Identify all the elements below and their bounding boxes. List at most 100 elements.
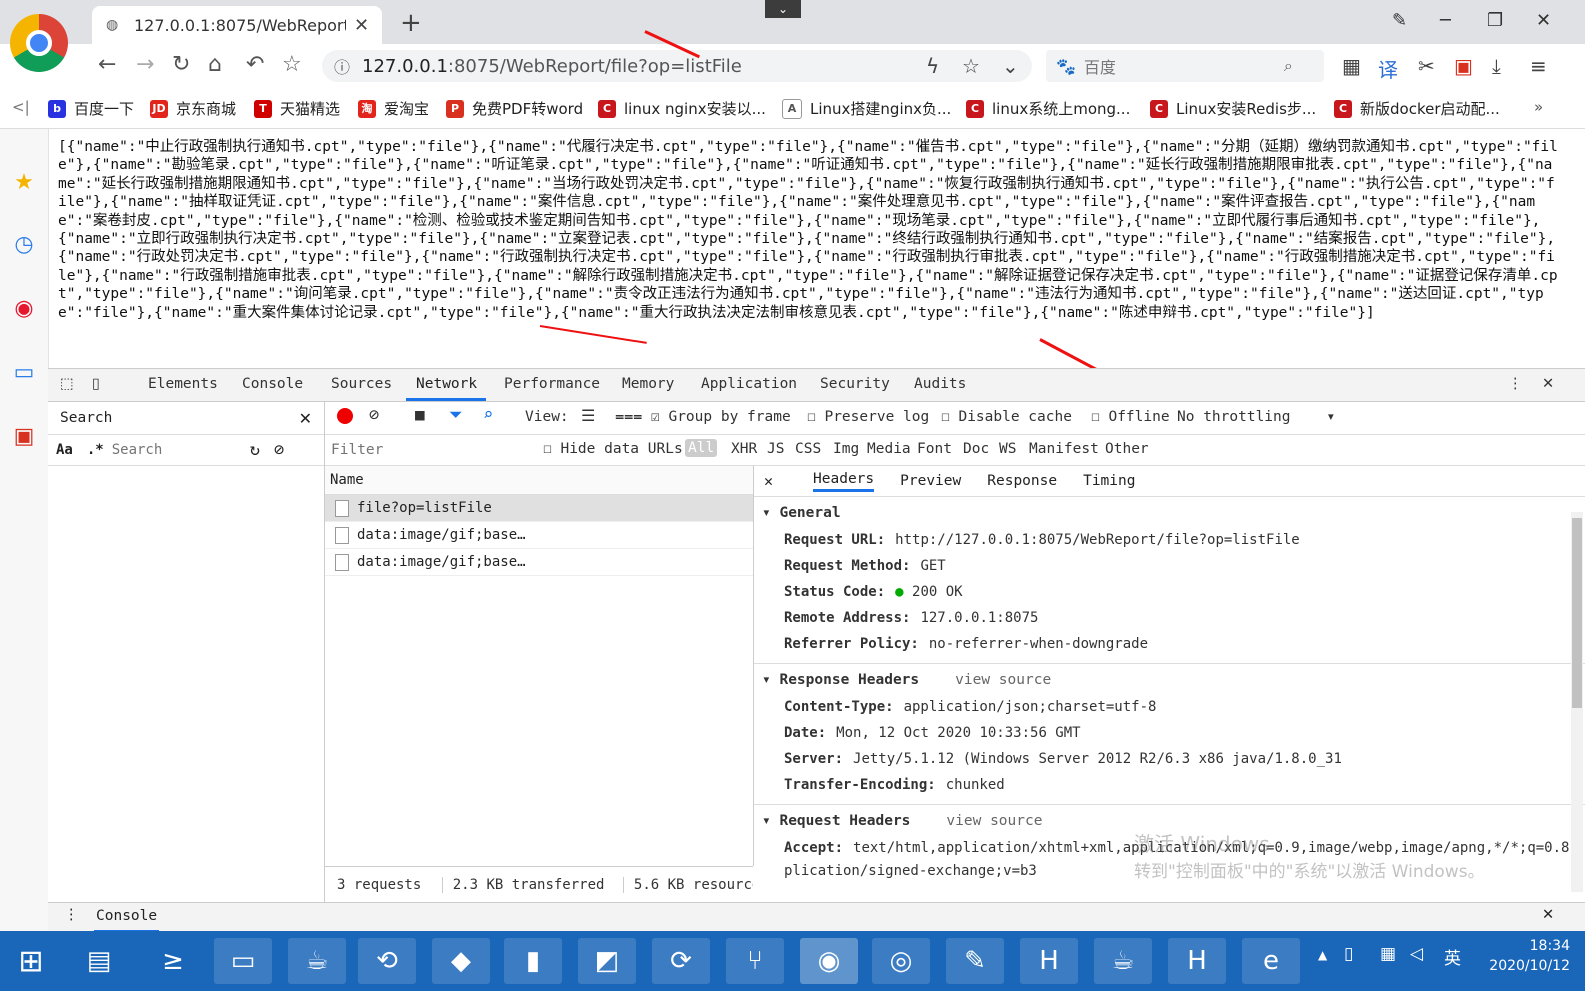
inspect-element-icon[interactable]: ⬚ <box>60 376 74 392</box>
tab-network[interactable]: Network <box>416 376 477 392</box>
request-row[interactable]: file?op=listFile <box>325 495 753 522</box>
name-column-header[interactable]: Name <box>325 466 753 495</box>
sidebar-toggle-icon[interactable]: <| <box>12 98 30 116</box>
refresh-icon[interactable]: ↻ <box>250 440 260 460</box>
tab-console[interactable]: Console <box>242 376 303 392</box>
info-icon[interactable]: ⓘ <box>334 54 350 78</box>
more-bookmarks-icon[interactable]: » <box>1534 98 1543 116</box>
browser-tab[interactable]: ◍ 127.0.0.1:8075/WebReport/file ✕ <box>92 6 382 44</box>
file-explorer-icon[interactable]: ▭ <box>214 938 272 984</box>
disable-cache-checkbox[interactable]: ☐ Disable cache <box>941 409 1072 425</box>
clear-icon[interactable]: ⊘ <box>369 405 379 425</box>
camera-icon[interactable]: ■ <box>415 405 425 424</box>
tab-response[interactable]: Response <box>987 473 1057 489</box>
drawer-menu-icon[interactable]: ⋮ <box>64 907 79 923</box>
view-source-link[interactable]: view source <box>946 813 1042 829</box>
device-toolbar-icon[interactable]: ▯ <box>92 376 100 392</box>
device-icon[interactable]: ▯ <box>1344 944 1353 964</box>
bookmark-item[interactable]: Clinux系统上mong... <box>966 98 1130 119</box>
network-icon[interactable]: ▦ <box>1380 944 1396 964</box>
favorites-star-icon[interactable]: ★ <box>10 169 38 197</box>
filter-icon[interactable]: ⏷ <box>449 405 463 425</box>
filter-js[interactable]: JS <box>767 441 784 457</box>
history-icon[interactable]: ◷ <box>10 231 38 259</box>
bookmark-item[interactable]: A Linux搭建nginx负... <box>782 98 951 119</box>
home-icon[interactable]: ⌂ <box>208 52 222 77</box>
tab-memory[interactable]: Memory <box>622 376 674 392</box>
tab-timing[interactable]: Timing <box>1083 473 1135 489</box>
search-icon[interactable]: ⌕ <box>483 405 493 425</box>
feedback-icon[interactable]: ✎ <box>1392 10 1407 31</box>
sync-icon[interactable]: ⟳ <box>652 938 710 984</box>
url-text[interactable]: 127.0.0.1:8075/WebReport/file?op=listFil… <box>362 56 742 77</box>
bookmark-star-icon[interactable]: ☆ <box>962 54 980 78</box>
java-icon[interactable]: ☕ <box>288 938 346 984</box>
pdf-icon[interactable]: ▣ <box>1454 54 1473 78</box>
tray-chevron-icon[interactable]: ▲ <box>1318 948 1327 962</box>
git-icon[interactable]: ⑂ <box>726 938 784 984</box>
filter-doc[interactable]: Doc <box>963 441 989 457</box>
request-row[interactable]: data:image/gif;base… <box>325 522 753 549</box>
general-section-title[interactable]: ▾ General <box>762 505 1585 521</box>
filter-css[interactable]: CSS <box>795 441 821 457</box>
bookmark-item[interactable]: 淘爱淘宝 <box>358 98 429 119</box>
view-source-link[interactable]: view source <box>955 672 1051 688</box>
filter-img[interactable]: Img <box>833 441 859 457</box>
response-headers-section-title[interactable]: ▾ Response Headers view source <box>762 672 1585 688</box>
ime-indicator[interactable]: 英 <box>1444 944 1461 969</box>
browser-icon[interactable]: ◎ <box>872 938 930 984</box>
filter-ws[interactable]: WS <box>999 441 1016 457</box>
tab-preview[interactable]: Preview <box>900 473 961 489</box>
maximize-button[interactable]: ❐ <box>1487 10 1503 31</box>
tab-security[interactable]: Security <box>820 376 890 392</box>
search-input[interactable] <box>109 441 240 459</box>
start-button-icon[interactable]: ⊞ <box>2 938 60 984</box>
star-icon[interactable]: ☆ <box>282 52 302 77</box>
regex-toggle[interactable]: .* <box>87 442 104 458</box>
filter-font[interactable]: Font <box>917 441 952 457</box>
bookmark-item[interactable]: b 百度一下 <box>48 98 134 119</box>
undo-icon[interactable]: ↶ <box>246 52 264 77</box>
weibo-icon[interactable]: ◉ <box>10 295 38 323</box>
bookmark-item[interactable]: C 新版docker启动配... <box>1334 98 1500 119</box>
clear-icon[interactable]: ⊘ <box>274 440 284 460</box>
powershell-icon[interactable]: ≥ <box>144 938 202 984</box>
reload-icon[interactable]: ↻ <box>172 52 190 77</box>
ie-icon[interactable]: e <box>1242 938 1300 984</box>
back-icon[interactable]: ← <box>98 52 116 77</box>
filter-xhr[interactable]: XHR <box>731 441 757 457</box>
scissors-icon[interactable]: ✂ <box>1418 54 1435 78</box>
new-tab-button[interactable]: + <box>400 8 422 38</box>
offline-checkbox[interactable]: ☐ Offline <box>1091 409 1170 425</box>
large-rows-icon[interactable]: ☰ <box>581 406 595 425</box>
server-manager-icon[interactable]: ▤ <box>70 938 128 984</box>
hide-data-urls-checkbox[interactable]: ☐ Hide data URLs <box>543 441 683 457</box>
taskbar-clock[interactable]: 18:34 2020/10/12 <box>1470 936 1570 976</box>
forward-icon[interactable]: → <box>136 52 154 77</box>
throttling-select[interactable]: No throttling ▾ <box>1177 409 1335 425</box>
notepad-icon[interactable]: ◩ <box>578 938 636 984</box>
scrollbar[interactable] <box>1571 512 1583 892</box>
search-engine-box[interactable]: 🐾 百度 ⌕ <box>1046 50 1324 82</box>
match-case-toggle[interactable]: Aa <box>56 442 73 458</box>
translate-icon[interactable]: 译 <box>1378 54 1398 83</box>
chevron-down-icon[interactable]: ⌄ <box>765 0 801 18</box>
preserve-log-checkbox[interactable]: ☐ Preserve log <box>807 409 929 425</box>
reader-icon[interactable]: ▭ <box>10 359 38 387</box>
close-devtools-icon[interactable]: ✕ <box>1542 376 1554 392</box>
lightning-icon[interactable]: ϟ <box>926 54 939 78</box>
close-detail-icon[interactable]: ✕ <box>764 472 773 490</box>
filter-manifest[interactable]: Manifest <box>1029 441 1099 457</box>
waterfall-icon[interactable]: ⩶ <box>615 406 642 426</box>
filter-media[interactable]: Media <box>867 441 911 457</box>
filter-other[interactable]: Other <box>1105 441 1149 457</box>
minimize-button[interactable]: ─ <box>1440 10 1451 31</box>
close-search-icon[interactable]: ✕ <box>299 409 312 428</box>
pdf-icon[interactable]: ▣ <box>10 423 38 451</box>
app-icon[interactable]: ⟲ <box>358 938 416 984</box>
tab-close-button[interactable]: ✕ <box>354 15 369 36</box>
drawer-tab-console[interactable]: Console <box>94 903 160 932</box>
java-icon[interactable]: ☕ <box>1094 938 1152 984</box>
bookmark-item[interactable]: P 免费PDF转word <box>446 98 583 119</box>
cmd-icon[interactable]: ▮ <box>504 938 562 984</box>
